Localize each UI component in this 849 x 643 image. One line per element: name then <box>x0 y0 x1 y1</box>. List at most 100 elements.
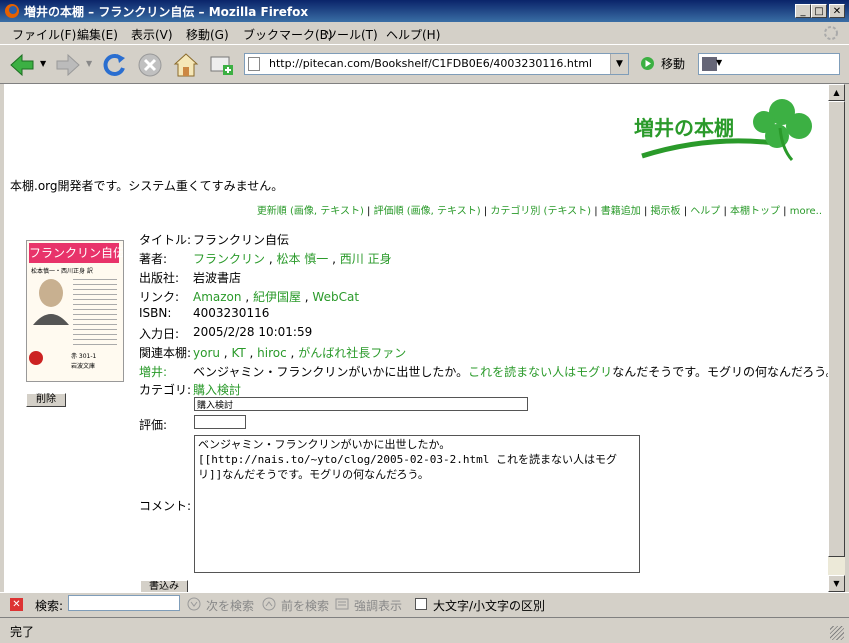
comment-textarea[interactable] <box>194 435 640 573</box>
highlight-button[interactable]: 強調表示 <box>354 597 402 614</box>
page-icon <box>248 57 260 71</box>
scroll-thumb[interactable] <box>828 101 845 557</box>
search-engine-icon[interactable] <box>702 57 717 71</box>
delete-button[interactable]: 削除 <box>26 393 66 407</box>
rating-input[interactable] <box>194 415 246 429</box>
menu-go[interactable]: 移動(G) <box>186 26 229 43</box>
menu-view[interactable]: 表示(V) <box>131 26 173 43</box>
book-title: フランクリン自伝 <box>193 233 290 247</box>
menu-edit[interactable]: 編集(E) <box>77 26 118 43</box>
author-link[interactable]: 西川 正身 <box>340 252 392 266</box>
status-bar: 完了 <box>0 617 849 643</box>
cover-emblem-icon <box>29 351 43 365</box>
page-content: 増井の本棚 本棚.org開発者です。システム重くてすみません。 更新順 (画像,… <box>4 84 828 592</box>
menu-file[interactable]: ファイル(F) <box>12 26 76 43</box>
nav-link-updated[interactable]: 更新順 (画像, テキスト) <box>257 206 364 217</box>
label-related: 関連本棚: <box>139 346 192 360</box>
book-links: Amazon , 紀伊国屋 , WebCat <box>193 290 360 304</box>
firefox-icon <box>5 4 19 18</box>
throbber-icon <box>824 26 838 40</box>
menu-tools[interactable]: ツール(T) <box>325 26 378 43</box>
menu-bar: ファイル(F) 編集(E) 表示(V) 移動(G) ブックマーク(B) ツール(… <box>0 22 849 44</box>
scroll-up-icon[interactable]: ▲ <box>828 84 845 101</box>
book-authors: フランクリン , 松本 慎一 , 西川 正身 <box>193 252 392 266</box>
url-dropdown-icon[interactable]: ▼ <box>610 54 628 74</box>
nav-link-more[interactable]: more.. <box>790 206 822 217</box>
related-shelf-link[interactable]: がんばれ社長ファン <box>298 346 406 360</box>
nav-link-category[interactable]: カテゴリ別 (テキスト) <box>490 206 591 217</box>
user-comment: ベンジャミン・フランクリンがいかに出世したか。これを読まない人はモグリなんだそう… <box>193 363 828 380</box>
home-icon[interactable] <box>172 51 200 79</box>
back-icon[interactable] <box>8 51 36 79</box>
back-dropdown-icon[interactable]: ▼ <box>40 59 46 68</box>
label-isbn: ISBN: <box>139 306 172 320</box>
kinokuniya-link[interactable]: 紀伊国屋 <box>253 290 301 304</box>
new-tab-icon[interactable] <box>208 51 236 79</box>
maximize-button[interactable]: □ <box>811 4 827 18</box>
title-bar: 増井の本棚 – フランクリン自伝 – Mozilla Firefox _ □ ✕ <box>0 0 849 22</box>
url-bar[interactable]: http://pitecan.com/Bookshelf/C1FDB0E6/40… <box>244 53 629 75</box>
scroll-down-icon[interactable]: ▼ <box>828 575 845 592</box>
nav-links: 更新順 (画像, テキスト) | 評価順 (画像, テキスト) | カテゴリ別 … <box>256 206 822 217</box>
label-date: 入力日: <box>139 327 180 341</box>
related-shelf-link[interactable]: KT <box>231 346 245 360</box>
match-case-label: 大文字/小文字の区別 <box>433 599 546 613</box>
forward-icon[interactable] <box>54 51 82 79</box>
label-author: 著者: <box>139 252 168 266</box>
reload-icon[interactable] <box>100 51 128 79</box>
search-engine-dropdown-icon[interactable]: ▼ <box>716 58 722 67</box>
cover-text-lines <box>73 275 117 345</box>
go-label: 移動 <box>661 57 686 71</box>
url-text: http://pitecan.com/Bookshelf/C1FDB0E6/40… <box>269 57 592 70</box>
logo-text: 増井の本棚 <box>634 116 734 140</box>
label-publisher: 出版社: <box>139 271 180 285</box>
close-find-icon[interactable]: ✕ <box>10 598 23 611</box>
label-rating: 評価: <box>139 418 168 432</box>
menu-help[interactable]: ヘルプ(H) <box>386 26 440 43</box>
forward-dropdown-icon[interactable]: ▼ <box>86 59 92 68</box>
search-box[interactable]: ▼ <box>698 53 840 75</box>
user-comment-post: なんだそうです。モグリの何なんだろう。 <box>612 365 828 379</box>
book-isbn: 4003230116 <box>193 306 270 320</box>
user-comment-link[interactable]: これを読まない人はモグリ <box>468 365 612 379</box>
status-text: 完了 <box>10 625 35 639</box>
nav-link-help[interactable]: ヘルプ <box>690 206 720 217</box>
menu-bookmarks[interactable]: ブックマーク(B) <box>243 26 333 43</box>
submit-button[interactable]: 書込み <box>140 580 188 592</box>
vertical-scrollbar[interactable]: ▲ ▼ <box>828 84 845 592</box>
cover-publisher: 岩波文庫 <box>71 363 96 370</box>
nav-link-add-book[interactable]: 書籍追加 <box>601 206 641 217</box>
label-user[interactable]: 増井: <box>139 363 167 380</box>
cover-title: フランクリン自伝 <box>29 243 123 263</box>
author-link[interactable]: フランクリン <box>193 252 265 266</box>
find-next-button[interactable]: 次を検索 <box>206 597 254 614</box>
nav-link-bbs[interactable]: 掲示板 <box>651 206 681 217</box>
close-button[interactable]: ✕ <box>829 4 845 18</box>
author-link[interactable]: 松本 慎一 <box>276 252 328 266</box>
find-bar: ✕ 検索: 次を検索 前を検索 強調表示 大文字/小文字の区別 <box>0 592 849 617</box>
label-comment: コメント: <box>139 499 192 513</box>
nav-link-top[interactable]: 本棚トップ <box>730 206 780 217</box>
cover-subtitle: 松本慎一・西川正身 訳 <box>31 268 93 275</box>
related-shelf-link[interactable]: yoru <box>193 346 220 360</box>
nav-link-rating[interactable]: 評価順 (画像, テキスト) <box>374 206 481 217</box>
find-input[interactable] <box>68 595 180 611</box>
find-prev-button[interactable]: 前を検索 <box>281 597 329 614</box>
related-shelf-link[interactable]: hiroc <box>257 346 287 360</box>
go-icon <box>641 57 654 70</box>
resize-grip-icon[interactable] <box>830 626 844 640</box>
cover-number: 赤 301-1 <box>71 353 97 360</box>
minimize-button[interactable]: _ <box>795 4 811 18</box>
label-title: タイトル: <box>139 233 192 247</box>
match-case-checkbox[interactable] <box>415 598 427 610</box>
portrait-icon <box>33 279 69 325</box>
amazon-link[interactable]: Amazon <box>193 290 242 304</box>
stop-icon[interactable] <box>136 51 164 79</box>
book-cover[interactable]: フランクリン自伝 松本慎一・西川正身 訳 赤 301-1 岩波文庫 <box>26 240 124 382</box>
find-label: 検索: <box>35 599 64 613</box>
site-logo[interactable]: 増井の本棚 <box>632 94 822 162</box>
label-category: カテゴリ: <box>139 383 192 397</box>
webcat-link[interactable]: WebCat <box>312 290 359 304</box>
category-input[interactable] <box>194 397 528 411</box>
category-link[interactable]: 購入検討 <box>193 381 241 398</box>
